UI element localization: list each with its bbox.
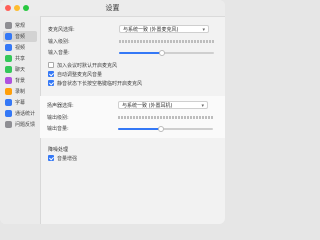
sidebar-item[interactable]: 背景: [3, 75, 37, 86]
stats-icon: [5, 110, 12, 117]
background-icon: [5, 77, 12, 84]
option-checkbox-label: 静音状态下长按空格键临时开启麦克风: [57, 81, 143, 87]
volume-boost-label: 音量增强: [57, 156, 78, 162]
output-volume-knob[interactable]: [157, 126, 164, 132]
input-volume-label: 输入音量:: [48, 50, 70, 56]
output-level-meter: [118, 116, 213, 119]
microphone-select-value: 与系统一致 (外置麦克风): [123, 27, 179, 33]
sidebar-item-label: 音频: [15, 34, 26, 40]
chat-icon: [5, 66, 12, 73]
option-checkbox[interactable]: [48, 62, 54, 68]
sidebar-item-label: 常规: [15, 23, 26, 29]
general-icon: [5, 22, 12, 29]
microphone-icon: [5, 33, 12, 40]
settings-sidebar: 常规音频视频共享聊天背景录制字幕通话统计问题反馈: [0, 16, 41, 224]
caption-icon: [5, 99, 12, 106]
speaker-settings-card: 扬声器选择: 与系统一致 (外置耳机) ▾ 输出级别: 输出音量:: [40, 96, 225, 138]
chevron-down-icon: ▾: [201, 103, 204, 109]
sidebar-item[interactable]: 问题反馈: [3, 119, 37, 130]
share-icon: [5, 55, 12, 62]
sidebar-item-label: 背景: [15, 78, 26, 84]
speaker-select-value: 与系统一致 (外置耳机): [122, 103, 173, 109]
option-checkbox-label: 自动调整麦克风音量: [57, 72, 103, 78]
sidebar-item-label: 视频: [15, 45, 26, 51]
sidebar-item[interactable]: 字幕: [3, 97, 37, 108]
volume-boost-checkbox[interactable]: [48, 155, 54, 161]
input-volume-slider[interactable]: [119, 50, 214, 56]
window-title: 设置: [105, 4, 120, 12]
sidebar-item-label: 录制: [15, 89, 26, 95]
video-icon: [5, 44, 12, 51]
output-volume-label: 输出音量:: [47, 126, 69, 132]
sidebar-item[interactable]: 视频: [3, 42, 37, 53]
sidebar-item-label: 问题反馈: [15, 122, 36, 128]
record-icon: [5, 88, 12, 95]
sidebar-item[interactable]: 聊天: [3, 64, 37, 75]
sidebar-item-label: 通话统计: [15, 111, 36, 117]
sidebar-item-label: 聊天: [15, 67, 26, 73]
sidebar-item[interactable]: 通话统计: [3, 108, 37, 119]
output-volume-fill: [118, 128, 161, 130]
feedback-icon: [5, 121, 12, 128]
option-checkbox[interactable]: [48, 71, 54, 77]
input-volume-knob[interactable]: [158, 50, 165, 56]
input-level-meter: [119, 40, 214, 43]
option-checkbox-label: 加入会议时默认开启麦克风: [57, 63, 118, 69]
microphone-select-label: 麦克风选择:: [48, 27, 75, 33]
input-level-label: 输入级别:: [48, 39, 70, 45]
chevron-down-icon: ▾: [202, 27, 205, 33]
sidebar-item-label: 字幕: [15, 100, 26, 106]
speaker-select-label: 扬声器选择:: [47, 103, 74, 109]
sidebar-item[interactable]: 音频: [3, 31, 37, 42]
sidebar-item[interactable]: 录制: [3, 86, 37, 97]
option-checkbox[interactable]: [48, 80, 54, 86]
microphone-select[interactable]: 与系统一致 (外置麦克风) ▾: [119, 25, 209, 33]
output-volume-slider[interactable]: [118, 126, 213, 132]
sidebar-item[interactable]: 共享: [3, 53, 37, 64]
sidebar-item[interactable]: 常规: [3, 20, 37, 31]
speaker-select[interactable]: 与系统一致 (外置耳机) ▾: [118, 101, 208, 109]
input-volume-fill: [119, 52, 162, 54]
sidebar-item-label: 共享: [15, 56, 26, 62]
noise-section-heading: 降噪处理: [48, 147, 69, 153]
title-bar: 设置: [0, 0, 225, 17]
output-level-label: 输出级别:: [47, 115, 69, 121]
settings-window: 设置 常规音频视频共享聊天背景录制字幕通话统计问题反馈 麦克风选择: 与系统一致…: [0, 0, 225, 224]
